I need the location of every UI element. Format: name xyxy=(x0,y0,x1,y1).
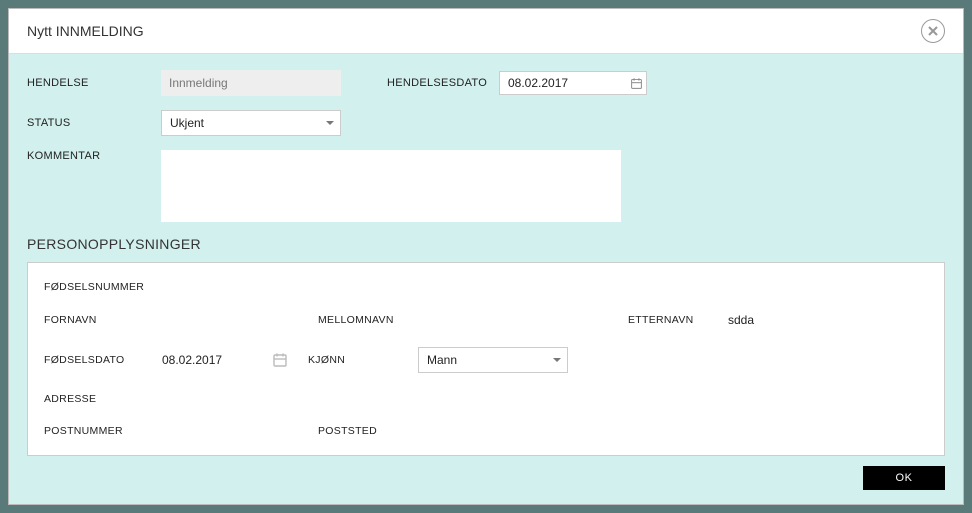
adresse-label: ADRESSE xyxy=(44,393,162,405)
poststed-label: POSTSTED xyxy=(318,425,428,437)
kommentar-label: KOMMENTAR xyxy=(27,150,161,162)
fodselsdato-value: 08.02.2017 xyxy=(162,353,270,367)
etternavn-value: sdda xyxy=(728,313,754,327)
hendelsesdato-label: HENDELSESDATO xyxy=(387,77,499,89)
modal-dialog: Nytt INNMELDING HENDELSE HENDELSESDATO S… xyxy=(8,8,964,505)
kjonn-value: Mann xyxy=(427,353,457,367)
modal-header: Nytt INNMELDING xyxy=(9,9,963,54)
ok-button[interactable]: OK xyxy=(863,466,945,490)
etternavn-label: ETTERNAVN xyxy=(628,314,728,326)
fornavn-label: FORNAVN xyxy=(44,314,162,326)
kommentar-textarea[interactable] xyxy=(161,150,621,222)
modal-footer: OK xyxy=(9,458,963,504)
person-panel: FØDSELSNUMMER FORNAVN MELLOMNAVN ETTERNA… xyxy=(27,262,945,456)
fodselsnummer-label: FØDSELSNUMMER xyxy=(44,281,162,293)
calendar-icon[interactable] xyxy=(270,350,290,370)
hendelse-input xyxy=(161,70,341,96)
chevron-down-icon xyxy=(553,358,561,362)
fodselsdato-label: FØDSELSDATO xyxy=(44,354,162,366)
kjonn-dropdown[interactable]: Mann xyxy=(418,347,568,373)
kjonn-label: KJØNN xyxy=(308,354,418,366)
hendelse-label: HENDELSE xyxy=(27,77,161,89)
postnummer-label: POSTNUMMER xyxy=(44,425,162,437)
modal-title: Nytt INNMELDING xyxy=(27,23,144,39)
section-title: PERSONOPPLYSNINGER xyxy=(27,236,945,252)
mellomnavn-label: MELLOMNAVN xyxy=(318,314,428,326)
hendelsesdato-field[interactable] xyxy=(499,71,647,95)
chevron-down-icon xyxy=(326,121,334,125)
hendelsesdato-input[interactable] xyxy=(499,71,647,95)
status-value: Ukjent xyxy=(170,116,204,130)
status-label: STATUS xyxy=(27,117,161,129)
modal-body: HENDELSE HENDELSESDATO STATUS Ukjent KOM… xyxy=(9,54,963,458)
close-button[interactable] xyxy=(921,19,945,43)
status-dropdown[interactable]: Ukjent xyxy=(161,110,341,136)
close-icon xyxy=(928,26,938,36)
